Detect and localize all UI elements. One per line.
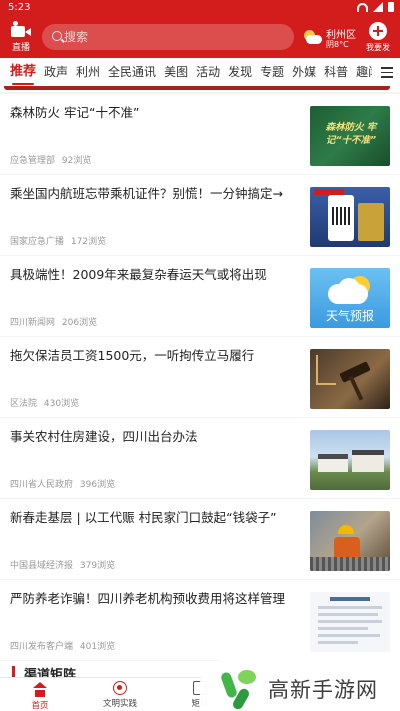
tab-9[interactable]: 科普 xyxy=(320,58,352,86)
news-source: 中国县域经济报 xyxy=(10,561,74,571)
news-title: 新春走基层 | 以工代赈 村民家门口鼓起“钱袋子” xyxy=(10,510,277,525)
civilization-icon xyxy=(113,681,127,695)
news-title: 拖欠保洁员工资1500元，一听拘传立马履行 xyxy=(10,348,255,363)
thumbnail-caption: 森林防火 牢记“十不准” xyxy=(325,122,377,146)
news-thumbnail xyxy=(310,187,390,247)
search-bar[interactable] xyxy=(42,24,294,50)
news-item[interactable]: 拖欠保洁员工资1500元，一听拘传立马履行 区法院 430浏览 xyxy=(0,337,400,417)
news-title: 事关农村住房建设，四川出台办法 xyxy=(10,429,198,444)
news-meta: 四川新闻网 206浏览 xyxy=(10,315,97,328)
signal-icon xyxy=(373,2,383,12)
news-meta: 四川发布客户端 401浏览 xyxy=(10,639,115,652)
channel-tabs: 推荐政声利州全民通讯美图活动发现专题外媒科普趣闻服务 xyxy=(0,58,400,86)
tab-3[interactable]: 全民通讯 xyxy=(104,58,160,86)
tab-8[interactable]: 外媒 xyxy=(288,58,320,86)
tab-4[interactable]: 美图 xyxy=(160,58,192,86)
banner-edge xyxy=(0,86,400,92)
news-thumbnail: 森林防火 牢记“十不准” xyxy=(310,106,390,166)
battery-icon xyxy=(388,2,394,12)
nav-label: 文明实践 xyxy=(102,699,137,709)
news-source: 区法院 xyxy=(10,399,38,409)
watermark-logo-icon xyxy=(219,668,264,711)
thumbnail-caption: 天气预报 xyxy=(325,309,374,323)
news-views: 92浏览 xyxy=(61,156,92,166)
camera-icon xyxy=(11,21,31,37)
news-views: 430浏览 xyxy=(43,399,80,409)
wifi-icon xyxy=(357,2,368,12)
news-feed: 森林防火 牢记“十不准” 应急管理部 92浏览 森林防火 牢记“十不准” 乘坐国… xyxy=(0,94,400,661)
news-item[interactable]: 森林防火 牢记“十不准” 应急管理部 92浏览 森林防火 牢记“十不准” xyxy=(0,94,400,174)
plus-circle-icon xyxy=(369,22,387,40)
weather-widget[interactable]: 利州区 阴8°C xyxy=(302,22,358,54)
site-watermark: 高新手游网 xyxy=(200,660,400,711)
tab-0[interactable]: 推荐 xyxy=(0,58,40,86)
tab-7[interactable]: 专题 xyxy=(256,58,288,86)
news-thumbnail xyxy=(310,592,390,652)
status-time: 5:23 xyxy=(8,2,31,13)
news-item[interactable]: 具极端性！2009年来最复杂春运天气或将出现 四川新闻网 206浏览 天气预报 xyxy=(0,256,400,336)
tab-2[interactable]: 利州 xyxy=(72,58,104,86)
news-title: 具极端性！2009年来最复杂春运天气或将出现 xyxy=(10,267,267,282)
news-meta: 四川省人民政府 396浏览 xyxy=(10,477,115,490)
live-label: 直播 xyxy=(11,43,30,53)
report-label: 我要发 xyxy=(366,43,390,52)
search-input[interactable] xyxy=(64,24,284,50)
menu-icon[interactable] xyxy=(378,64,396,80)
live-button[interactable]: 直播 xyxy=(8,20,34,54)
tab-5[interactable]: 活动 xyxy=(192,58,224,86)
channel-tab-list: 推荐政声利州全民通讯美图活动发现专题外媒科普趣闻服务 xyxy=(0,58,372,86)
news-views: 401浏览 xyxy=(79,642,116,652)
tab-1[interactable]: 政声 xyxy=(40,58,72,86)
news-meta: 国家应急广播 172浏览 xyxy=(10,234,106,247)
news-views: 206浏览 xyxy=(61,318,98,328)
news-meta: 区法院 430浏览 xyxy=(10,396,79,409)
tab-10[interactable]: 趣闻 xyxy=(352,58,372,86)
news-views: 172浏览 xyxy=(70,237,107,247)
news-title: 严防养老诈骗！四川养老机构预收费用将这样管理 xyxy=(10,591,286,606)
news-meta: 应急管理部 92浏览 xyxy=(10,153,91,166)
news-thumbnail xyxy=(310,511,390,571)
news-source: 四川新闻网 xyxy=(10,318,56,328)
partly-cloudy-icon xyxy=(302,30,322,44)
news-item[interactable]: 严防养老诈骗！四川养老机构预收费用将这样管理 四川发布客户端 401浏览 xyxy=(0,580,400,660)
nav-civilization-practice[interactable]: 文明实践 xyxy=(90,681,150,709)
news-source: 应急管理部 xyxy=(10,156,56,166)
news-source: 国家应急广播 xyxy=(10,237,65,247)
status-bar: 5:23 xyxy=(0,0,400,16)
news-item[interactable]: 新春走基层 | 以工代赈 村民家门口鼓起“钱袋子” 中国县域经济报 379浏览 xyxy=(0,499,400,579)
weather-temperature: 阴8°C xyxy=(326,40,349,49)
nav-home[interactable]: 首页 xyxy=(10,681,70,711)
news-source: 四川省人民政府 xyxy=(10,480,74,490)
tab-6[interactable]: 发现 xyxy=(224,58,256,86)
news-meta: 中国县域经济报 379浏览 xyxy=(10,558,115,571)
news-item[interactable]: 乘坐国内航班忘带乘机证件？别慌！一分钟搞定→ 国家应急广播 172浏览 xyxy=(0,175,400,255)
news-title: 乘坐国内航班忘带乘机证件？别慌！一分钟搞定→ xyxy=(10,186,283,201)
news-source: 四川发布客户端 xyxy=(10,642,74,652)
news-thumbnail xyxy=(310,349,390,409)
report-button[interactable]: 我要发 xyxy=(362,20,394,56)
nav-label: 首页 xyxy=(31,701,49,711)
news-thumbnail xyxy=(310,430,390,490)
news-views: 396浏览 xyxy=(79,480,116,490)
home-icon xyxy=(33,682,47,688)
watermark-text: 高新手游网 xyxy=(268,678,378,702)
news-item[interactable]: 事关农村住房建设，四川出台办法 四川省人民政府 396浏览 xyxy=(0,418,400,498)
system-icons xyxy=(357,2,394,12)
news-views: 379浏览 xyxy=(79,561,116,571)
search-icon xyxy=(52,31,62,41)
news-title: 森林防火 牢记“十不准” xyxy=(10,105,140,120)
app-header: 直播 利州区 阴8°C 我要发 xyxy=(0,16,400,58)
news-thumbnail: 天气预报 xyxy=(310,268,390,328)
